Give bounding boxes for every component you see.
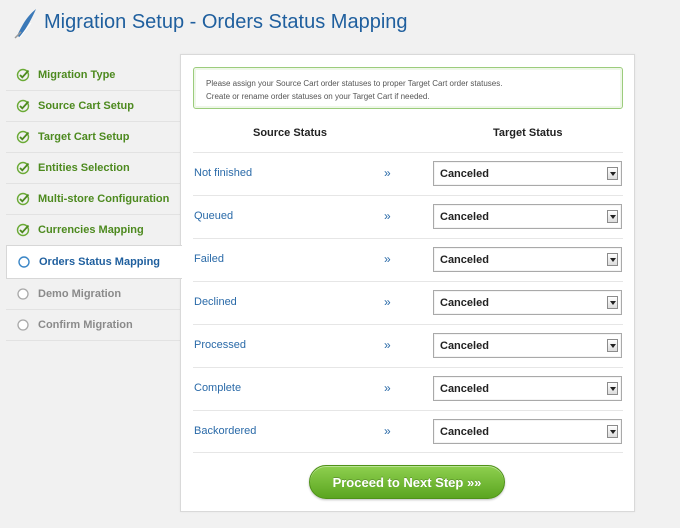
- source-status-label: Backordered: [194, 425, 257, 437]
- target-status-value: Canceled: [440, 340, 489, 352]
- target-status-value: Canceled: [440, 211, 489, 223]
- table-row: Backordered » Canceled: [193, 410, 623, 453]
- chevron-down-icon[interactable]: [607, 253, 618, 266]
- target-status-select[interactable]: Canceled: [433, 290, 622, 315]
- notice-line-1: Please assign your Source Cart order sta…: [206, 79, 503, 88]
- table-row: Not finished » Canceled: [193, 152, 623, 195]
- target-status-select[interactable]: Canceled: [433, 247, 622, 272]
- sidebar-step-label: Target Cart Setup: [38, 131, 130, 143]
- sidebar-step-label: Confirm Migration: [38, 319, 133, 331]
- notice-line-2: Create or rename order statuses on your …: [206, 92, 430, 101]
- sidebar-step-label: Orders Status Mapping: [39, 256, 161, 268]
- sidebar-step-label: Migration Type: [38, 69, 116, 81]
- arrow-separator: »: [384, 166, 391, 180]
- feather-arrow-icon: [14, 9, 36, 39]
- page-title: Migration Setup - Orders Status Mapping: [44, 11, 408, 33]
- sidebar-step-label: Source Cart Setup: [38, 100, 134, 112]
- check-circle-icon: [16, 161, 30, 175]
- target-status-select[interactable]: Canceled: [433, 376, 622, 401]
- sidebar-step-target-cart-setup[interactable]: Target Cart Setup: [6, 122, 180, 153]
- target-status-select[interactable]: Canceled: [433, 419, 622, 444]
- sidebar-step-label: Entities Selection: [38, 162, 130, 174]
- table-row: Processed » Canceled: [193, 324, 623, 367]
- sidebar-step-confirm-migration[interactable]: Confirm Migration: [6, 310, 180, 341]
- check-circle-icon: [16, 192, 30, 206]
- header: Migration Setup - Orders Status Mapping: [0, 0, 680, 48]
- target-status-value: Canceled: [440, 254, 489, 266]
- arrow-separator: »: [384, 209, 391, 223]
- sidebar-step-demo-migration[interactable]: Demo Migration: [6, 279, 180, 310]
- circle-icon: [17, 288, 29, 300]
- check-circle-icon: [16, 68, 30, 82]
- source-status-label: Complete: [194, 382, 242, 394]
- circle-icon: [17, 319, 29, 331]
- arrow-separator: »: [384, 338, 391, 352]
- sidebar-step-orders-status-mapping[interactable]: Orders Status Mapping: [6, 245, 182, 279]
- target-status-value: Canceled: [440, 168, 489, 180]
- arrow-separator: »: [384, 424, 391, 438]
- target-status-value: Canceled: [440, 426, 489, 438]
- proceed-next-step-button[interactable]: Proceed to Next Step »»: [309, 465, 505, 499]
- target-status-select[interactable]: Canceled: [433, 333, 622, 358]
- chevron-down-icon[interactable]: [607, 296, 618, 309]
- source-status-label: Queued: [194, 210, 234, 222]
- source-status-label: Not finished: [194, 167, 253, 179]
- target-status-select[interactable]: Canceled: [433, 204, 622, 229]
- table-row: Complete » Canceled: [193, 367, 623, 410]
- chevron-down-icon[interactable]: [607, 425, 618, 438]
- arrow-separator: »: [384, 295, 391, 309]
- target-status-header: Target Status: [493, 127, 563, 139]
- table-row: Declined » Canceled: [193, 281, 623, 324]
- sidebar-step-entities-selection[interactable]: Entities Selection: [6, 153, 180, 184]
- chevron-down-icon[interactable]: [607, 210, 618, 223]
- info-notice: Please assign your Source Cart order sta…: [193, 67, 623, 109]
- check-circle-icon: [16, 99, 30, 113]
- table-row: Failed » Canceled: [193, 238, 623, 281]
- sidebar-step-multi-store-configuration[interactable]: Multi-store Configuration: [6, 184, 180, 215]
- source-status-label: Processed: [194, 339, 246, 351]
- source-status-label: Failed: [194, 253, 224, 265]
- source-status-header: Source Status: [253, 127, 327, 139]
- chevron-down-icon[interactable]: [607, 382, 618, 395]
- sidebar-step-migration-type[interactable]: Migration Type: [6, 60, 180, 91]
- sidebar-step-label: Demo Migration: [38, 288, 122, 300]
- sidebar-step-label: Multi-store Configuration: [38, 193, 170, 205]
- main-panel: Please assign your Source Cart order sta…: [180, 54, 635, 512]
- table-row: Queued » Canceled: [193, 195, 623, 238]
- arrow-separator: »: [384, 381, 391, 395]
- status-mapping-table: Not finished» Canceled Queued» Canceled Fail…: [193, 152, 623, 453]
- check-circle-icon: [16, 223, 30, 237]
- circle-icon: [18, 256, 30, 268]
- sidebar-step-label: Currencies Mapping: [38, 224, 144, 236]
- steps-sidebar: Migration Type Source Cart Setup Target Ca…: [6, 60, 182, 341]
- chevron-down-icon[interactable]: [607, 167, 618, 180]
- target-status-value: Canceled: [440, 383, 489, 395]
- sidebar-step-currencies-mapping[interactable]: Currencies Mapping: [6, 215, 180, 246]
- source-status-label: Declined: [194, 296, 237, 308]
- chevron-down-icon[interactable]: [607, 339, 618, 352]
- target-status-value: Canceled: [440, 297, 489, 309]
- check-circle-icon: [16, 130, 30, 144]
- arrow-separator: »: [384, 252, 391, 266]
- target-status-select[interactable]: Canceled: [433, 161, 622, 186]
- sidebar-step-source-cart-setup[interactable]: Source Cart Setup: [6, 91, 180, 122]
